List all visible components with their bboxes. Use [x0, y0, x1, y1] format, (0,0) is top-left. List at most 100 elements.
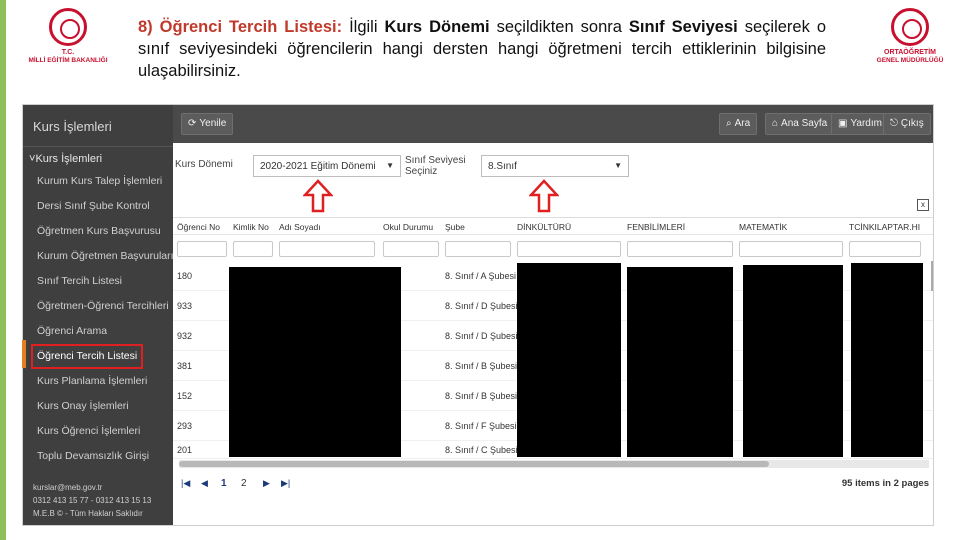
footer-copyright: M.E.B © - Tüm Hakları Saklıdır — [33, 509, 143, 518]
logout-button[interactable]: ⎋ Çıkış — [883, 113, 931, 135]
search-button[interactable]: ⌕ Ara — [719, 113, 758, 135]
sidebar-item-ogrenci-tercih-listesi[interactable]: Öğrenci Tercih Listesi — [31, 344, 143, 369]
column-header[interactable]: TCİNKILAPTAR.HI — [849, 222, 920, 232]
student-sube: 8. Sınıf / F Şubesi — [445, 421, 517, 431]
step-number: 8) — [138, 18, 153, 36]
sidebar-item-toplu-devamsizlik[interactable]: Toplu Devamsızlık Girişi — [23, 444, 173, 469]
footer-phone: 0312 413 15 77 - 0312 413 15 13 — [33, 496, 152, 505]
export-excel-icon[interactable]: x — [917, 199, 929, 211]
filter-input[interactable] — [517, 241, 621, 257]
level-select-value: 8.Sınıf — [488, 161, 517, 172]
chevron-down-icon: ▼ — [386, 161, 394, 170]
sidebar-brand: Kurs İşlemleri — [23, 105, 173, 147]
column-header[interactable]: Kimlik No — [233, 222, 269, 232]
app-window: Kurs İşlemleri ˅Kurs İşlemleri Kurum Kur… — [22, 104, 934, 526]
up-arrow-annotation-icon — [529, 179, 559, 213]
last-page-icon[interactable]: ▶| — [281, 478, 290, 489]
sidebar-item-kurum-kurs-talep[interactable]: Kurum Kurs Talep İşlemleri — [23, 169, 173, 194]
sidebar-item-kurs-ogrenci[interactable]: Kurs Öğrenci İşlemleri — [23, 419, 173, 444]
column-header[interactable]: Öğrenci No — [177, 222, 220, 232]
filter-input[interactable] — [177, 241, 227, 257]
sidebar-footer: kurslar@meb.gov.tr 0312 413 15 77 - 0312… — [33, 481, 151, 520]
step-text-1: İlgili — [342, 18, 385, 36]
sidebar-item-sinif-sube-kontrol[interactable]: Dersi Sınıf Şube Kontrol — [23, 194, 173, 219]
step-instruction: 8) Öğrenci Tercih Listesi: İlgili Kurs D… — [138, 16, 826, 82]
student-no: 932 — [177, 331, 193, 341]
redacted-block — [851, 263, 923, 457]
home-icon: ⌂ — [772, 118, 779, 129]
vertical-scrollbar[interactable] — [931, 261, 933, 291]
student-no: 293 — [177, 421, 193, 431]
sidebar-group-kurs-islemleri[interactable]: ˅Kurs İşlemleri — [23, 147, 173, 169]
redacted-block — [627, 267, 733, 457]
table-header: Öğrenci No Kimlik No Adı Soyadı Okul Dur… — [173, 217, 933, 235]
column-header[interactable]: FENBİLİMLERİ — [627, 222, 685, 232]
slide-accent-bar — [22, 340, 26, 368]
student-sube: 8. Sınıf / D Şubesi — [445, 301, 518, 311]
logout-icon: ⎋ — [890, 118, 898, 129]
chevron-down-icon: ▼ — [614, 161, 622, 170]
term-select-value: 2020-2021 Eğitim Dönemi — [260, 161, 376, 172]
level-label: Sınıf Seviyesi Seçiniz — [405, 155, 466, 177]
redacted-block — [517, 263, 621, 457]
student-no: 152 — [177, 391, 193, 401]
toolbar: ⟳ Yenile ⌕ Ara ⌂ Ana Sayfa ▣ Yardım ⎋ Çıkış — [173, 105, 933, 143]
meb-logo-caption-1: T.C. — [61, 49, 75, 56]
student-sube: 8. Sınıf / B Şubesi — [445, 391, 518, 401]
horizontal-scrollbar[interactable] — [179, 460, 929, 468]
scroll-thumb[interactable] — [179, 461, 769, 467]
refresh-icon: ⟳ — [188, 118, 197, 129]
sidebar-item-kurs-planlama[interactable]: Kurs Planlama İşlemleri — [23, 369, 173, 394]
home-button[interactable]: ⌂ Ana Sayfa — [765, 113, 835, 135]
first-page-icon[interactable]: |◀ — [181, 478, 190, 489]
page-2-button[interactable]: 2 — [241, 478, 247, 489]
redacted-block — [229, 267, 401, 457]
ogm-seal-icon — [891, 8, 929, 46]
filter-input[interactable] — [849, 241, 921, 257]
ogm-logo: ORTAÖĞRETİM GENEL MÜDÜRLÜĞÜ — [860, 8, 960, 78]
refresh-button[interactable]: ⟳ Yenile — [181, 113, 234, 135]
footer-email: kurslar@meb.gov.tr — [33, 483, 103, 492]
redacted-block — [743, 265, 843, 457]
ogm-logo-caption-2: GENEL MÜDÜRLÜĞÜ — [876, 57, 944, 64]
column-header[interactable]: Okul Durumu — [383, 222, 433, 232]
main-content: Kurs Dönemi 2020-2021 Eğitim Dönemi ▼ Sı… — [173, 143, 933, 525]
filter-input[interactable] — [279, 241, 375, 257]
student-no: 933 — [177, 301, 193, 311]
level-select[interactable]: 8.Sınıf ▼ — [481, 155, 629, 177]
step-text-2: seçildikten sonra — [489, 18, 629, 36]
pager-info: 95 items in 2 pages — [841, 478, 929, 489]
filter-input[interactable] — [233, 241, 273, 257]
sidebar-item-ogretmen-ogrenci-tercihleri[interactable]: Öğretmen-Öğrenci Tercihleri — [23, 294, 173, 319]
meb-seal-icon — [49, 8, 87, 46]
filter-input[interactable] — [445, 241, 511, 257]
page-1-button[interactable]: 1 — [221, 478, 227, 489]
filter-input[interactable] — [739, 241, 843, 257]
ogm-logo-caption-1: ORTAÖĞRETİM — [884, 49, 936, 56]
term-select[interactable]: 2020-2021 Eğitim Dönemi ▼ — [253, 155, 401, 177]
pager: |◀ ◀ 1 2 ▶ ▶| 95 items in 2 pages — [173, 473, 933, 495]
column-header[interactable]: DİNKÜLTÜRÜ — [517, 222, 571, 232]
sidebar-item-kurs-onay[interactable]: Kurs Onay İşlemleri — [23, 394, 173, 419]
sidebar-item-ogrenci-arama[interactable]: Öğrenci Arama — [23, 319, 173, 344]
meb-logo: T.C. MİLLİ EĞİTİM BAKANLIĞI — [18, 8, 118, 78]
next-page-icon[interactable]: ▶ — [263, 478, 270, 489]
step-bold-level: Sınıf Seviyesi — [628, 18, 738, 36]
student-no: 180 — [177, 271, 193, 281]
column-header[interactable]: Adı Soyadı — [279, 222, 321, 232]
term-label: Kurs Dönemi — [175, 159, 233, 170]
help-button[interactable]: ▣ Yardım — [831, 113, 889, 135]
step-title: Öğrenci Tercih Listesi: — [159, 18, 343, 36]
up-arrow-annotation-icon — [303, 179, 333, 213]
column-header[interactable]: Şube — [445, 222, 465, 232]
sidebar-item-kurum-ogretmen-basvurulari[interactable]: Kurum Öğretmen Başvuruları — [23, 244, 173, 269]
filter-input[interactable] — [627, 241, 733, 257]
filter-input[interactable] — [383, 241, 439, 257]
help-icon: ▣ — [838, 118, 848, 129]
prev-page-icon[interactable]: ◀ — [201, 478, 208, 489]
sidebar-item-sinif-tercih-listesi[interactable]: Sınıf Tercih Listesi — [23, 269, 173, 294]
sidebar-item-ogretmen-kurs-basvurusu[interactable]: Öğretmen Kurs Başvurusu — [23, 219, 173, 244]
column-header[interactable]: MATEMATİK — [739, 222, 787, 232]
student-no: 201 — [177, 445, 193, 455]
student-sube: 8. Sınıf / D Şubesi — [445, 331, 518, 341]
